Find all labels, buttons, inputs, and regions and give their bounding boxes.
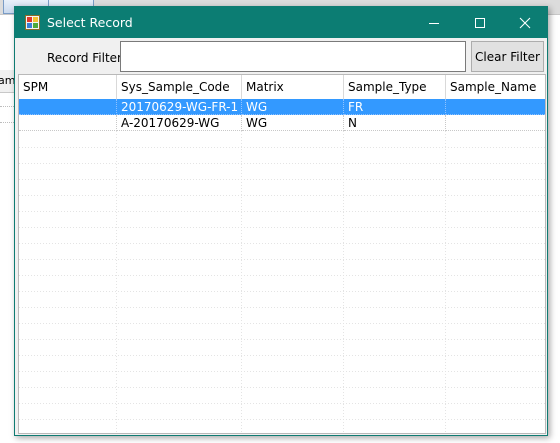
- background-row-line: [0, 106, 14, 107]
- record-filter-input[interactable]: [120, 41, 466, 72]
- dialog-title: Select Record: [47, 15, 133, 30]
- clear-filter-button[interactable]: Clear Filter: [471, 41, 544, 72]
- maximize-button[interactable]: [457, 7, 503, 38]
- minimize-button[interactable]: [411, 7, 457, 38]
- background-column-header[interactable]: am: [0, 70, 14, 93]
- column-header-matrix[interactable]: Matrix: [242, 75, 344, 99]
- column-header-spm[interactable]: SPM: [19, 75, 117, 99]
- maximize-icon: [475, 17, 485, 28]
- grid-empty-area: [19, 131, 545, 433]
- app-icon: [25, 15, 40, 30]
- close-icon: [519, 17, 531, 28]
- column-header-sample-name[interactable]: Sample_Name: [446, 75, 545, 99]
- select-record-dialog: Select Record Record Filter: Clear Filte…: [14, 6, 548, 436]
- record-filter-label: Record Filter:: [47, 51, 126, 65]
- records-grid[interactable]: SPM Sys_Sample_Code Matrix Sample_Type S…: [18, 74, 546, 434]
- column-header-sys-sample-code[interactable]: Sys_Sample_Code: [117, 75, 242, 99]
- column-header-sample-type[interactable]: Sample_Type: [344, 75, 446, 99]
- close-button[interactable]: [502, 7, 548, 38]
- minimize-icon: [429, 22, 439, 24]
- title-bar[interactable]: Select Record: [15, 7, 547, 38]
- grid-header: SPM Sys_Sample_Code Matrix Sample_Type S…: [19, 75, 545, 100]
- background-row-line: [0, 122, 14, 123]
- background-column-header-label: am: [0, 74, 14, 87]
